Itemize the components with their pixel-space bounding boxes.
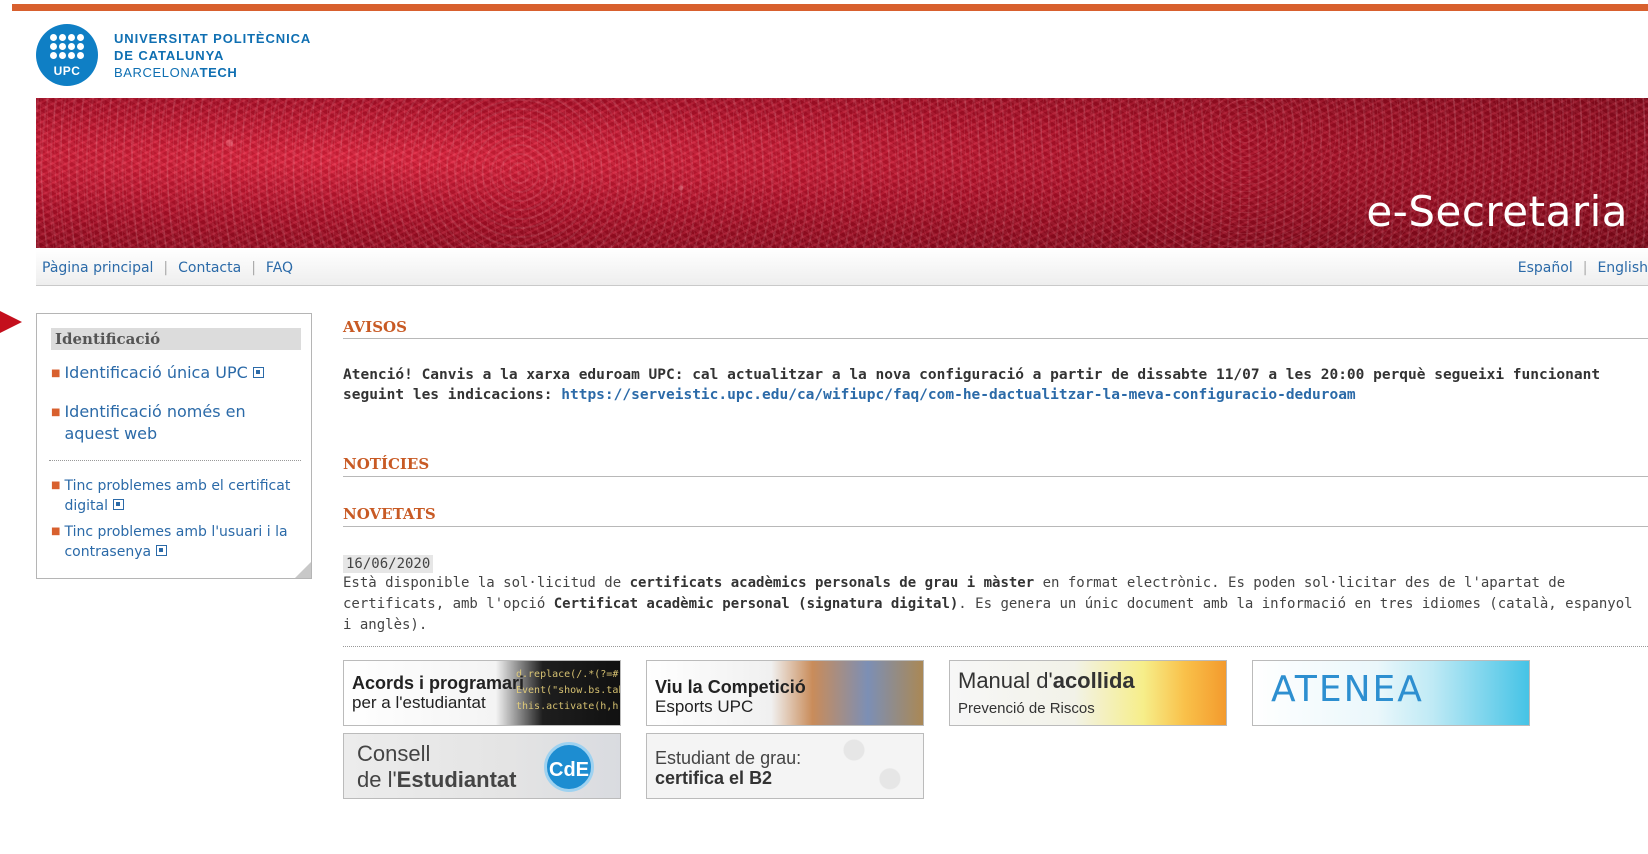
lang-english-link[interactable]: English (1597, 260, 1648, 276)
local-login-link[interactable]: ■ Identificació només en aquest web (51, 401, 264, 445)
logo-line-1: UNIVERSITAT POLITÈCNICA (114, 30, 312, 46)
identification-heading: Identificació (51, 328, 301, 350)
logo-line-2: DE CATALUNYA (114, 47, 225, 63)
nav-language-links: Español | English (1517, 260, 1648, 276)
upc-logo-icon: UPC (36, 24, 98, 86)
avisos-heading: AVISOS (343, 318, 407, 336)
content-divider (343, 646, 1648, 647)
code-graphic: d.replace(/.*(?=#[^\s]Event("show.bs.tab… (516, 669, 621, 712)
novetat-date: 16/06/2020 (343, 555, 434, 573)
site-title: e-Secretaria (1366, 187, 1628, 236)
header-banner: e-Secretaria (36, 98, 1648, 248)
top-accent-bar (12, 4, 1648, 11)
noticies-heading: NOTÍCIES (343, 455, 430, 473)
password-problems-link[interactable]: ■ Tinc problemes amb l'usuari i la contra… (51, 522, 300, 562)
logo-wordmark: UNIVERSITAT POLITÈCNICA DE CATALUNYA BAR… (114, 30, 311, 81)
novetats-heading: NOVETATS (343, 505, 436, 523)
cde-speech-bubble-icon: CdE (544, 742, 594, 792)
viu-competicio-banner[interactable]: Viu la Competició Esports UPC (646, 660, 924, 726)
sidebar-divider (49, 460, 301, 461)
nav-home-link[interactable]: Pàgina principal (42, 260, 153, 276)
certificate-problems-link[interactable]: ■ Tinc problemes amb el certificat digita… (51, 476, 300, 516)
avisos-message: Atenció! Canvis a la xarxa eduroam UPC: … (343, 367, 1601, 403)
atenea-banner[interactable]: ATENEA (1252, 660, 1530, 726)
identification-panel: Identificació ■ Identificació única UPC ■… (36, 313, 312, 579)
upc-logo-link[interactable]: UPC UNIVERSITAT POLITÈCNICA DE CATALUNYA… (36, 24, 311, 86)
certifica-b2-banner[interactable]: Estudiant de grau: certifica el B2 (646, 733, 924, 799)
logo-line-3: BARCELONATECH (114, 64, 238, 80)
external-link-icon (112, 499, 124, 510)
top-navigation: Pàgina principal | Contacta | FAQ Español | En… (36, 249, 1648, 286)
logo-badge-text: UPC (53, 64, 81, 78)
atenea-logo: ATENEA (1271, 669, 1424, 710)
nav-faq-link[interactable]: FAQ (266, 260, 293, 276)
pointer-arrow-icon (0, 311, 22, 333)
consell-estudiantat-banner[interactable]: Consell de l'Estudiantat CdE (343, 733, 621, 799)
nav-main-links: Pàgina principal | Contacta | FAQ (42, 260, 294, 276)
manual-acollida-banner[interactable]: Manual d'acollida Prevenció de Riscos (949, 660, 1227, 726)
eduroam-config-link[interactable]: https://serveistic.upc.edu/ca/wifiupc/fa… (561, 387, 1355, 403)
novetat-text: Està disponible la sol·licitud de certif… (343, 575, 1633, 633)
acords-programari-banner[interactable]: d.replace(/.*(?=#[^\s]Event("show.bs.tab… (343, 660, 621, 726)
lang-spanish-link[interactable]: Español (1518, 260, 1573, 276)
sso-login-link[interactable]: ■ Identificació única UPC (51, 362, 264, 385)
external-link-icon (156, 545, 168, 556)
nav-contact-link[interactable]: Contacta (178, 260, 241, 276)
external-link-icon (252, 367, 264, 378)
